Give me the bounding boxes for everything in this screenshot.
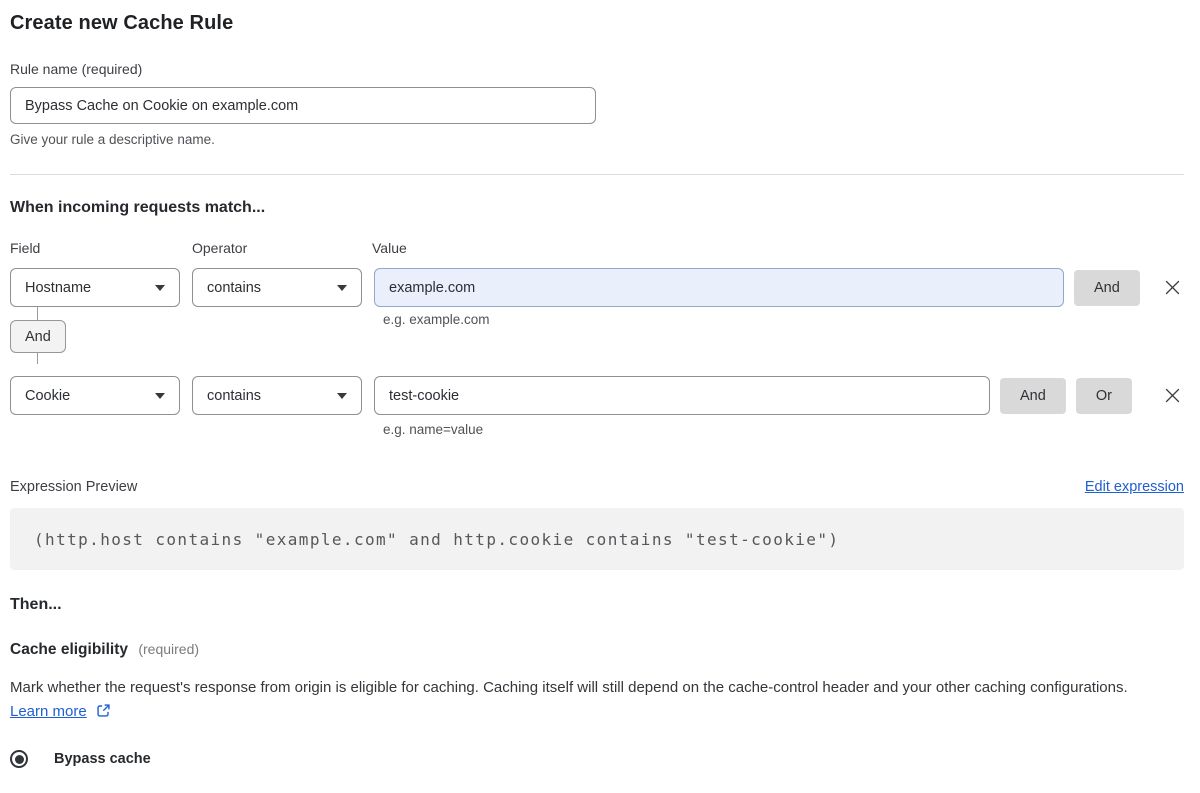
create-cache-rule-form: Create new Cache Rule Rule name (require…: [10, 0, 1184, 793]
expression-code: (http.host contains "example.com" and ht…: [34, 529, 840, 549]
required-tag: (required): [138, 641, 200, 657]
radio-selected-icon[interactable]: [10, 750, 28, 768]
field-select-value: Cookie: [25, 387, 71, 404]
add-or-condition-button[interactable]: Or: [1075, 377, 1132, 414]
value-column-label: Value: [372, 240, 407, 256]
learn-more-link[interactable]: Learn more: [10, 703, 87, 720]
expression-header: Expression Preview Edit expression: [10, 479, 1184, 495]
rule-name-input[interactable]: [10, 87, 596, 124]
chevron-down-icon: [337, 392, 347, 399]
add-and-condition-button[interactable]: And: [1074, 269, 1140, 306]
chevron-down-icon: [155, 392, 165, 399]
external-link-icon: [97, 704, 110, 717]
connector-and-button[interactable]: And: [10, 320, 66, 353]
operator-select[interactable]: contains: [192, 268, 362, 307]
expression-code-block: (http.host contains "example.com" and ht…: [10, 508, 1184, 570]
remove-condition-button[interactable]: [1160, 276, 1184, 300]
condition-connector-zone: And e.g. example.com: [10, 307, 1184, 364]
edit-expression-link[interactable]: Edit expression: [1085, 479, 1184, 495]
radio-option-bypass-cache[interactable]: Bypass cache: [10, 750, 1184, 768]
value-input[interactable]: [374, 268, 1064, 307]
operator-select-value: contains: [207, 279, 262, 296]
value-input[interactable]: [374, 376, 990, 415]
field-select[interactable]: Cookie: [10, 376, 180, 415]
chevron-down-icon: [337, 284, 347, 291]
expression-preview-label: Expression Preview: [10, 479, 138, 495]
page-title: Create new Cache Rule: [10, 12, 234, 34]
condition-column-labels: Field Operator Value: [10, 240, 1184, 256]
field-select[interactable]: Hostname: [10, 268, 180, 307]
value-hint: e.g. name=value: [383, 422, 484, 437]
add-and-condition-button[interactable]: And: [1000, 377, 1066, 414]
close-icon: [1165, 280, 1179, 295]
chevron-down-icon: [155, 284, 165, 291]
field-column-label: Field: [10, 240, 41, 256]
cache-eligibility-heading: Cache eligibility (required): [10, 641, 1184, 659]
operator-column-label: Operator: [192, 240, 248, 256]
description-text: Mark whether the request's response from…: [10, 679, 1128, 696]
condition-row: Hostname contains And: [10, 268, 1184, 307]
close-icon: [1165, 388, 1179, 403]
rule-name-help: Give your rule a descriptive name.: [10, 132, 215, 147]
section-divider: [10, 174, 1184, 175]
field-select-value: Hostname: [25, 279, 92, 296]
connector-line: [37, 352, 38, 364]
match-heading: When incoming requests match...: [10, 199, 266, 216]
condition-row: Cookie contains And Or: [10, 376, 1184, 415]
cache-eligibility-title: Cache eligibility: [10, 641, 129, 658]
operator-select[interactable]: contains: [192, 376, 362, 415]
connector-line: [37, 307, 38, 320]
rule-name-label: Rule name (required): [10, 61, 143, 77]
remove-condition-button[interactable]: [1160, 384, 1184, 408]
then-heading: Then...: [10, 596, 62, 613]
value-hint: e.g. example.com: [383, 312, 490, 327]
radio-label: Bypass cache: [54, 751, 151, 767]
cache-eligibility-description: Mark whether the request's response from…: [10, 676, 1170, 724]
operator-select-value: contains: [207, 387, 262, 404]
